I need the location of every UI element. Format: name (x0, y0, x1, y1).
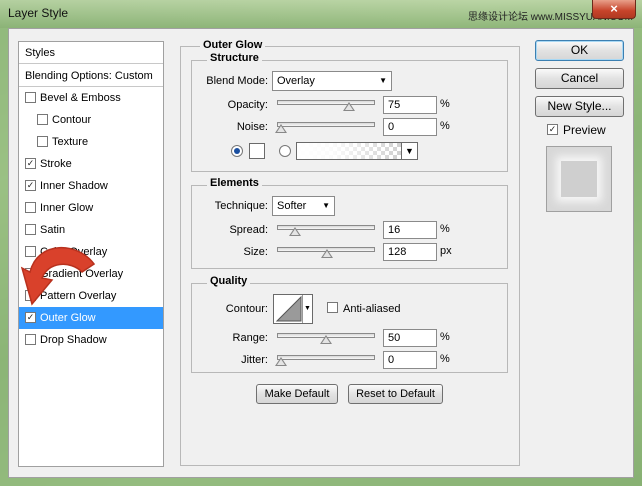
blend-mode-label: Blend Mode: (206, 75, 268, 87)
title-bar[interactable]: Layer Style 思缘设计论坛 www.MISSYUAN.COM × (0, 0, 642, 28)
size-unit: px (440, 245, 452, 257)
glow-color-swatch[interactable] (249, 143, 265, 159)
opacity-slider[interactable] (277, 100, 375, 105)
gradient-preview (297, 143, 401, 159)
ok-button[interactable]: OK (535, 40, 624, 61)
reset-to-default-button[interactable]: Reset to Default (348, 384, 443, 404)
cancel-button[interactable]: Cancel (535, 68, 624, 89)
style-item-stroke[interactable]: ✓ Stroke (19, 153, 163, 175)
noise-slider-thumb[interactable] (275, 124, 287, 133)
anti-aliased-label: Anti-aliased (343, 303, 401, 315)
noise-label: Noise: (236, 121, 268, 133)
anti-aliased-checkbox[interactable] (327, 302, 338, 313)
gradient-dropdown[interactable]: ▼ (401, 143, 417, 159)
size-input[interactable]: 128 (383, 243, 437, 261)
solid-color-radio[interactable] (231, 145, 243, 157)
style-item-texture[interactable]: Texture (19, 131, 163, 153)
noise-input[interactable]: 0 (383, 118, 437, 136)
range-slider-thumb[interactable] (320, 335, 332, 344)
contour-label: Contour: (225, 303, 268, 315)
technique-select[interactable]: Softer ▼ (272, 196, 335, 216)
gradient-picker[interactable]: ▼ (296, 142, 418, 160)
window-frame-right (634, 28, 642, 478)
style-item-inner-glow[interactable]: Inner Glow (19, 197, 163, 219)
style-item-inner-shadow[interactable]: ✓ Inner Shadow (19, 175, 163, 197)
style-item-checkbox[interactable]: ✓ (25, 180, 36, 191)
style-item-drop-shadow[interactable]: Drop Shadow (19, 329, 163, 351)
spread-slider-thumb[interactable] (289, 227, 302, 236)
technique-label: Technique: (214, 200, 268, 212)
preview-checkbox[interactable]: ✓ (547, 124, 558, 135)
style-item-label: Texture (52, 136, 89, 148)
jitter-unit: % (440, 353, 450, 365)
style-item-label: Contour (52, 114, 92, 126)
elements-title: Elements (207, 177, 262, 189)
style-item-checkbox[interactable] (37, 114, 48, 125)
noise-unit: % (440, 120, 450, 132)
preview-label: Preview (563, 123, 606, 137)
style-item-checkbox[interactable] (25, 224, 36, 235)
chevron-down-icon: ▼ (379, 76, 387, 85)
preview-swatch (561, 161, 597, 197)
style-item-label: Stroke (40, 158, 72, 170)
technique-value: Softer (277, 200, 307, 212)
blend-mode-select[interactable]: Overlay ▼ (272, 71, 392, 91)
structure-title: Structure (207, 52, 262, 64)
noise-slider[interactable] (277, 122, 375, 127)
annotation-arrow-icon (20, 246, 96, 306)
style-item-label: Inner Shadow (40, 180, 108, 192)
chevron-down-icon: ▼ (322, 201, 330, 210)
contour-curve-icon (275, 295, 302, 322)
style-item-label: Inner Glow (40, 202, 94, 214)
range-label: Range: (232, 332, 268, 344)
opacity-label: Opacity: (227, 99, 268, 111)
size-slider-thumb[interactable] (320, 249, 333, 258)
jitter-slider-thumb[interactable] (275, 357, 287, 366)
spread-label: Spread: (229, 224, 268, 236)
gradient-radio[interactable] (279, 145, 291, 157)
window-title: Layer Style (8, 6, 69, 20)
jitter-label: Jitter: (241, 354, 268, 366)
spread-unit: % (440, 223, 450, 235)
jitter-slider[interactable] (277, 355, 375, 360)
contour-picker[interactable]: ▼ (273, 294, 313, 324)
opacity-unit: % (440, 98, 450, 110)
blending-options[interactable]: Blending Options: Custom (19, 65, 163, 87)
style-item-checkbox[interactable] (25, 202, 36, 213)
opacity-input[interactable]: 75 (383, 96, 437, 114)
opacity-slider-thumb[interactable] (342, 102, 355, 111)
quality-title: Quality (207, 275, 251, 287)
style-item-contour[interactable]: Contour (19, 109, 163, 131)
jitter-input[interactable]: 0 (383, 351, 437, 369)
style-item-label: Bevel & Emboss (40, 92, 121, 104)
spread-input[interactable]: 16 (383, 221, 437, 239)
make-default-button[interactable]: Make Default (256, 384, 338, 404)
styles-header[interactable]: Styles (19, 42, 163, 64)
size-label: Size: (243, 246, 268, 258)
style-item-bevel-emboss[interactable]: Bevel & Emboss (19, 87, 163, 109)
close-button[interactable]: × (592, 0, 636, 19)
blend-mode-value: Overlay (277, 75, 315, 87)
style-item-checkbox[interactable]: ✓ (25, 158, 36, 169)
style-item-checkbox[interactable] (25, 92, 36, 103)
range-unit: % (440, 331, 450, 343)
style-item-label: Drop Shadow (40, 334, 107, 346)
style-preview (546, 146, 612, 212)
panel-title: Outer Glow (200, 39, 266, 51)
range-input[interactable]: 50 (383, 329, 437, 347)
window-frame-bottom (0, 478, 642, 486)
style-item-checkbox[interactable] (37, 136, 48, 147)
style-item-checkbox[interactable] (25, 334, 36, 345)
new-style-button[interactable]: New Style... (535, 96, 624, 117)
contour-dropdown[interactable]: ▼ (302, 295, 312, 323)
window-frame-left (0, 28, 8, 478)
